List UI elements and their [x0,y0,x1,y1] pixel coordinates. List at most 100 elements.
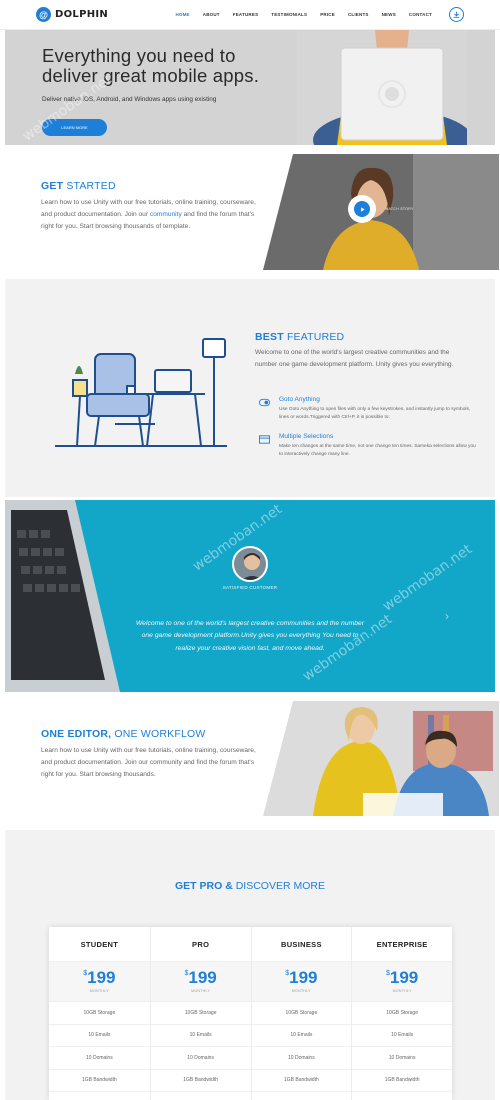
plan-price: $199 MONTHLY [251,962,352,1002]
price-amount: 199 [87,968,116,987]
logo[interactable]: @ DOLPHIN [36,7,108,22]
nav-clients[interactable]: CLIENTS [348,12,369,17]
plan-price: $199 MONTHLY [150,962,251,1002]
get-started-title: GET STARTED [41,180,116,192]
plan-feature: 10GB Storage [150,1002,251,1025]
nav-home[interactable]: HOME [175,12,189,17]
nav-contact[interactable]: CONTACT [409,12,432,17]
price-amount: 199 [188,968,217,987]
plan-feature: 10 Emails [150,1025,251,1047]
download-icon[interactable] [449,7,464,22]
testimonial-section: SATISFIED CUSTOMER Welcome to one of the… [5,500,495,692]
logo-text: DOLPHIN [55,9,109,20]
get-started-title-bold: GET [41,180,64,192]
one-editor-section: ONE EDITOR, ONE WORKFLOW Learn how to us… [5,695,499,820]
plan-feature: 10 Domains [251,1047,352,1070]
nav-news[interactable]: NEWS [382,12,396,17]
nav-price[interactable]: PRICE [320,12,335,17]
team-working-image [263,701,499,816]
hero-title: Everything you need to deliver great mob… [42,46,259,86]
plan-feature: 1GB Bandwidth [352,1070,452,1092]
pricing-section: GET PRO & DISCOVER MORE STUDENT $199 MON… [5,830,495,1100]
feature-description: Use Goto Anything to open files with onl… [279,407,471,420]
best-featured-intro: Welcome to one of the world's largest cr… [255,349,454,369]
get-started-text: Learn how to use Unity with our free tut… [41,197,256,234]
plan-price: $199 MONTHLY [352,962,452,1002]
feature-description: Make ten changes at the same time, not o… [279,444,476,457]
plan-name: STUDENT [49,927,150,962]
main-menu: HOME ABOUT FEATURES TESTIMONIALS PRICE C… [175,7,464,22]
learn-more-button[interactable]: LEARN MORE [42,119,107,136]
feature-title: Goto Anything [279,396,320,403]
workspace-illustration [55,338,227,447]
currency: $ [385,970,390,977]
pricing-title-light: DISCOVER MORE [235,880,325,892]
feature-title: Multiple Selections [279,433,334,440]
plan-feature: 10 Domains [150,1047,251,1070]
plan-feature: 10 Domains [49,1047,150,1070]
best-featured-section: BEST FEATURED Welcome to one of the worl… [5,279,495,497]
plan-feature: 10 Emails [251,1025,352,1047]
get-started-title-light: STARTED [66,180,116,192]
one-editor-text: Learn how to use Unity with our free tut… [41,747,256,779]
plan-feature: 10 Emails [352,1025,452,1047]
plan-price: $199 MONTHLY [49,962,150,1002]
billing-period: MONTHLY [291,989,311,993]
plan-name: PRO [150,927,251,962]
plan-student: STUDENT $199 MONTHLY 10GB Storage 10 Ema… [49,927,150,1100]
plan-feature: 10GB Storage [49,1002,150,1025]
window-icon [259,435,270,444]
price-amount: 199 [289,968,318,987]
woman-video-image [263,154,499,270]
toggle-icon [259,398,270,407]
nav-testimonials[interactable]: TESTIMONIALS [271,12,307,17]
nav-features[interactable]: FEATURES [233,12,259,17]
customer-role: SATISFIED CUSTOMER [222,585,278,590]
currency: $ [83,970,88,977]
hero-banner: Everything you need to deliver great mob… [5,30,495,145]
pricing-title: GET PRO & DISCOVER MORE [5,880,495,892]
currency: $ [285,970,290,977]
nav-about[interactable]: ABOUT [203,12,220,17]
billing-period: MONTHLY [191,989,211,993]
plan-feature: 10 Emails [49,1025,150,1047]
watermark: webmoban.net [379,541,476,615]
get-started-section: GET STARTED Learn how to use Unity with … [5,147,499,275]
plan-name: BUSINESS [251,927,352,962]
dolphin-logo-icon: @ [36,7,51,22]
top-navbar: @ DOLPHIN HOME ABOUT FEATURES TESTIMONIA… [0,0,500,30]
best-featured-title: BEST FEATURED [255,331,344,343]
play-button[interactable] [348,195,376,223]
plan-feature: 1GB Bandwidth [251,1070,352,1092]
price-amount: 199 [389,968,419,987]
plan-feature: 10GB Storage [251,1002,352,1025]
plan-business: BUSINESS $199 MONTHLY 10GB Storage 10 Em… [250,927,352,1100]
billing-period: MONTHLY [89,989,109,993]
testimonial-quote: Welcome to one of the world's largest cr… [135,620,365,652]
pricing-table: STUDENT $199 MONTHLY 10GB Storage 10 Ema… [49,927,452,1100]
plan-feature: 10GB Storage [352,1002,452,1025]
community-link[interactable]: community [150,211,182,218]
laptop-keyboard-image [5,500,120,692]
plan-feature: 1GB Bandwidth [49,1070,150,1092]
play-icon [354,201,370,217]
hero-title-line-1: Everything you need to [42,45,236,66]
plan-feature: 1GB Bandwidth [150,1070,251,1092]
one-editor-title-bold: ONE EDITOR, [41,728,112,740]
one-editor-title-light: ONE WORKFLOW [114,728,206,740]
currency: $ [184,970,189,977]
one-editor-title: ONE EDITOR, ONE WORKFLOW [41,728,205,740]
billing-period: MONTHLY [392,989,412,993]
hero-subtitle: Deliver native iOS, Android, and Windows… [42,96,217,103]
plan-feature: 10 Domains [352,1047,452,1070]
customer-avatar [232,546,268,582]
watch-story-label: WATCH STORY [385,207,414,211]
chevron-right-icon[interactable]: › [445,609,449,623]
pricing-title-bold: GET PRO & [175,880,233,892]
hero-person-laptop-image [297,30,467,145]
plan-enterprise: ENTERPRISE $199 MONTHLY 10GB Storage 10 … [351,927,452,1100]
hero-title-line-2: deliver great mobile apps. [42,65,260,86]
plan-pro: PRO $199 MONTHLY 10GB Storage 10 Emails … [149,927,251,1100]
plan-name: ENTERPRISE [352,927,452,962]
best-featured-title-light: FEATURED [286,331,345,343]
